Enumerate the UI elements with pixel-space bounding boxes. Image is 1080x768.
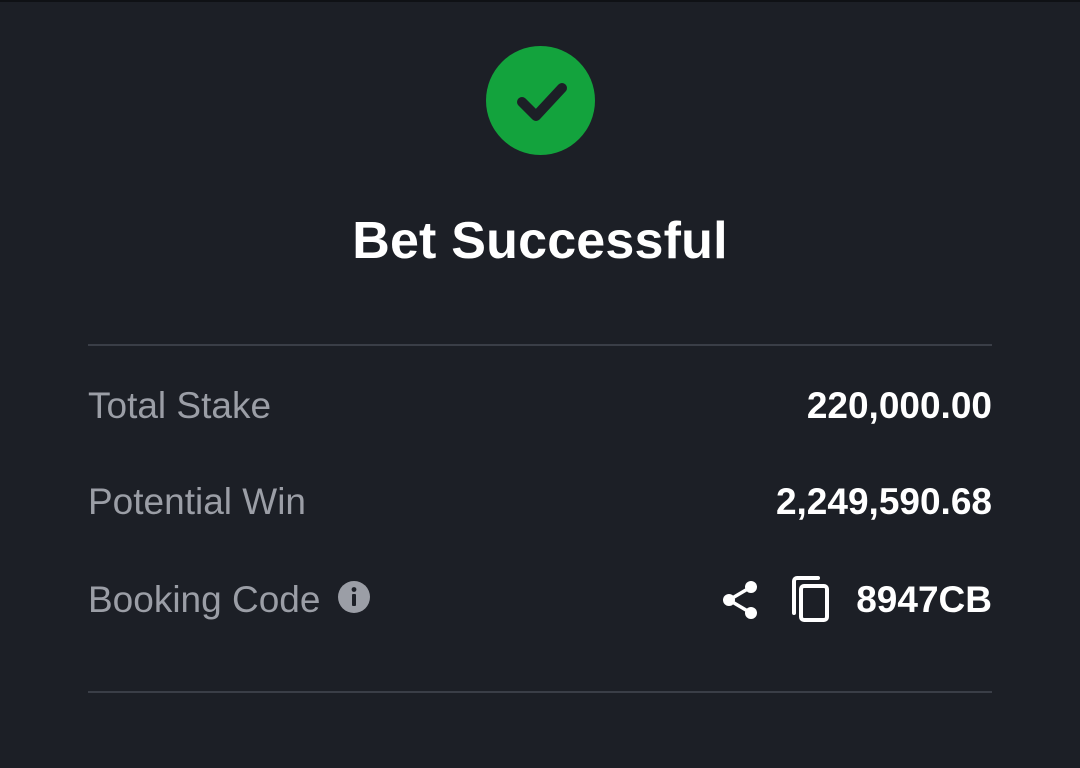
share-icon[interactable]	[718, 578, 762, 622]
booking-code-value[interactable]: 8947CB	[856, 576, 992, 624]
potential-win-label: Potential Win	[88, 481, 306, 522]
info-icon[interactable]	[338, 581, 371, 613]
divider-top	[88, 344, 992, 346]
booking-code-label: Booking Code	[88, 579, 321, 620]
total-stake-value: 220,000.00	[806, 385, 992, 426]
total-stake-row: Total Stake 220,000.00	[88, 382, 992, 430]
potential-win-value: 2,249,590.68	[775, 481, 992, 522]
booking-code-label-group: Booking Code	[88, 576, 371, 624]
copy-icon[interactable]	[788, 575, 834, 625]
check-circle-icon	[486, 46, 595, 155]
copy-glyph	[792, 576, 830, 622]
checkmark-icon	[516, 82, 567, 121]
share-glyph	[723, 581, 758, 619]
potential-win-row: Potential Win 2,249,590.68	[88, 478, 992, 526]
status-title: Bet Successful	[352, 212, 728, 270]
divider-bottom	[88, 691, 992, 693]
total-stake-label: Total Stake	[88, 385, 272, 426]
top-edge	[0, 0, 1080, 2]
booking-code-actions: 8947CB	[718, 575, 992, 625]
booking-code-row: Booking Code 8947CB	[88, 576, 992, 624]
info-glyph	[352, 587, 357, 606]
